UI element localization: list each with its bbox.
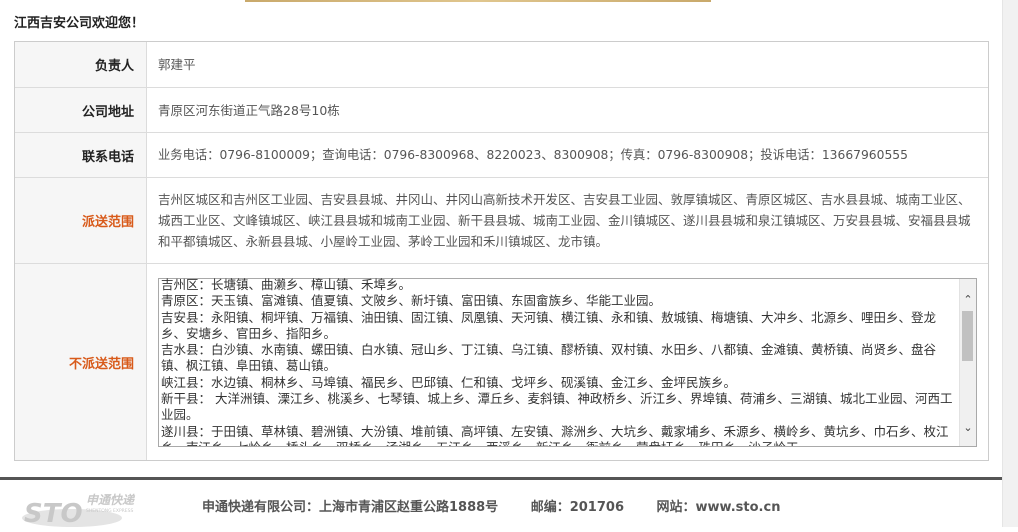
phone-label: 联系电话: [15, 133, 147, 177]
row-person: 负责人 郭建平: [15, 42, 988, 88]
row-no-delivery-scope: 不派送范围 吉州区：长塘镇、曲濑乡、樟山镇、禾埠乡。 青原区：天玉镇、富滩镇、值…: [15, 264, 988, 460]
no-delivery-textarea[interactable]: 吉州区：长塘镇、曲濑乡、樟山镇、禾埠乡。 青原区：天玉镇、富滩镇、值夏镇、文陂乡…: [158, 277, 977, 447]
no-delivery-text: 吉州区：长塘镇、曲濑乡、樟山镇、禾埠乡。 青原区：天玉镇、富滩镇、值夏镇、文陂乡…: [161, 277, 953, 446]
footer-contact: 申通快递有限公司：上海市青浦区赵重公路1888号 邮编：201706 网站：ww…: [202, 496, 808, 515]
company-info-table: 负责人 郭建平 公司地址 青原区河东街道正气路28号10栋 联系电话 业务电话：…: [14, 41, 989, 461]
no-delivery-scope-label: 不派送范围: [15, 264, 147, 460]
footer-postcode: 邮编：201706: [530, 500, 624, 515]
site-footer: STO 申通快递 SHENTONG EXPRESS 申通快递有限公司：上海市青浦…: [0, 480, 1002, 529]
sto-logo: STO 申通快递 SHENTONG EXPRESS: [22, 488, 146, 529]
row-address: 公司地址 青原区河东街道正气路28号10栋: [15, 88, 988, 133]
scroll-up-arrow-icon[interactable]: ⌃: [960, 291, 976, 307]
footer-website[interactable]: 网站：www.sto.cn: [657, 500, 781, 515]
phone-value: 业务电话：0796-8100009；查询电话：0796-8300968、8220…: [158, 147, 908, 162]
svg-text:SHENTONG EXPRESS: SHENTONG EXPRESS: [86, 508, 133, 514]
address-label: 公司地址: [15, 88, 147, 132]
svg-text:申通快递: 申通快递: [86, 493, 136, 507]
person-label: 负责人: [15, 42, 147, 87]
sto-logo-icon: STO 申通快递 SHENTONG EXPRESS: [22, 493, 136, 529]
svg-text:STO: STO: [24, 499, 83, 528]
person-value: 郭建平: [158, 57, 196, 72]
row-phone: 联系电话 业务电话：0796-8100009；查询电话：0796-8300968…: [15, 133, 988, 178]
page-scrollbar[interactable]: [1002, 0, 1018, 527]
textarea-scrollbar[interactable]: ⌃ ⌄: [959, 279, 976, 446]
footer-company: 申通快递有限公司：上海市青浦区赵重公路1888号: [202, 500, 499, 515]
scrollbar-thumb[interactable]: [962, 311, 973, 361]
scroll-down-arrow-icon[interactable]: ⌄: [960, 419, 976, 435]
delivery-scope-label: 派送范围: [15, 178, 147, 263]
welcome-heading: 江西吉安公司欢迎您！: [14, 16, 145, 31]
delivery-scope-value: 吉州区城区和吉州区工业园、吉安县县城、井冈山、井冈山高新技术开发区、吉安县工业园…: [158, 192, 971, 249]
address-value: 青原区河东街道正气路28号10栋: [158, 102, 340, 118]
row-delivery-scope: 派送范围 吉州区城区和吉州区工业园、吉安县县城、井冈山、井冈山高新技术开发区、吉…: [15, 178, 988, 264]
top-banner-edge: [245, 0, 711, 2]
